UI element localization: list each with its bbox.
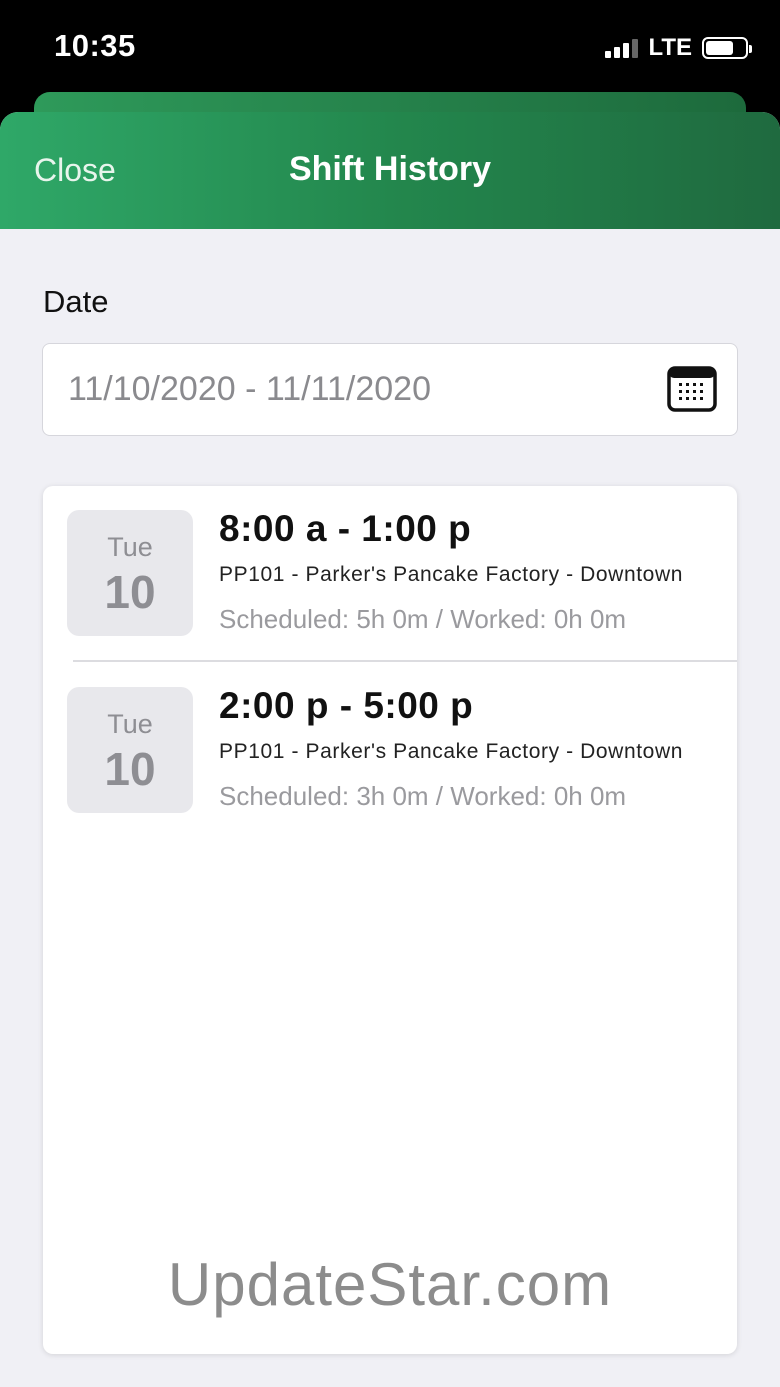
shift-row[interactable]: Tue 10 8:00 a - 1:00 p PP101 - Parker's …: [43, 486, 737, 662]
shift-row[interactable]: Tue 10 2:00 p - 5:00 p PP101 - Parker's …: [43, 663, 737, 839]
status-bar: 10:35 LTE: [0, 0, 780, 100]
shift-history-sheet: Close Shift History Date 11/10/2020 - 11…: [0, 112, 780, 1387]
shift-list: Tue 10 8:00 a - 1:00 p PP101 - Parker's …: [43, 486, 737, 1354]
day-badge: Tue 10: [67, 687, 193, 813]
calendar-icon[interactable]: [667, 366, 717, 412]
shift-time: 2:00 p - 5:00 p: [219, 685, 474, 726]
shift-hours: Scheduled: 5h 0m / Worked: 0h 0m: [219, 604, 627, 634]
shift-location: PP101 - Parker's Pancake Factory - Downt…: [219, 740, 683, 763]
battery-icon: [702, 37, 752, 59]
day-badge: Tue 10: [67, 510, 193, 636]
day-name: Tue: [107, 532, 153, 562]
shift-time: 8:00 a - 1:00 p: [219, 508, 472, 549]
day-number: 10: [104, 566, 156, 618]
row-divider: [73, 660, 737, 662]
network-type: LTE: [648, 34, 692, 61]
date-label: Date: [43, 284, 109, 319]
date-range-value: 11/10/2020 - 11/11/2020: [68, 370, 431, 408]
nav-bar: Close Shift History: [0, 112, 780, 229]
date-range-field[interactable]: 11/10/2020 - 11/11/2020: [42, 343, 738, 436]
watermark: UpdateStar.com: [167, 1251, 613, 1318]
shift-location: PP101 - Parker's Pancake Factory - Downt…: [219, 563, 683, 586]
signal-icon: [605, 38, 639, 58]
day-number: 10: [104, 743, 156, 795]
page-title: Shift History: [288, 150, 492, 188]
day-name: Tue: [107, 709, 153, 739]
shift-hours: Scheduled: 3h 0m / Worked: 0h 0m: [219, 781, 627, 811]
status-indicators: LTE: [605, 34, 752, 62]
status-time: 10:35: [54, 28, 136, 63]
